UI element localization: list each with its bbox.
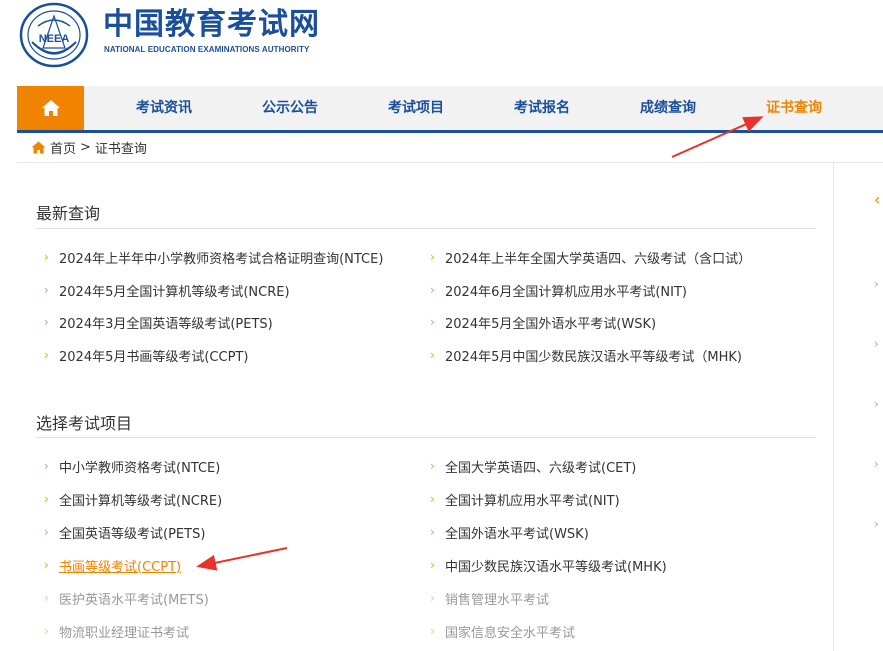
main-nav: 考试资讯 公示公告 考试项目 考试报名 成绩查询 证书查询 — [17, 86, 883, 133]
chevron-right-icon: › — [430, 459, 435, 473]
site-header: NEEA 中国教育考试网 NATIONAL EDUCATION EXAMINAT… — [0, 0, 883, 86]
chevron-right-icon: › — [44, 250, 49, 264]
chevron-right-icon: › — [430, 315, 435, 329]
chevron-right-icon: › — [44, 492, 49, 506]
latest-item[interactable]: › 2024年5月中国少数民族汉语水平等级考试（MHK) — [430, 345, 742, 365]
home-small-icon — [31, 141, 46, 153]
chevron-right-icon: › — [430, 624, 435, 638]
chevron-right-icon: › — [44, 283, 49, 297]
exam-item-mhk[interactable]: › 中国少数民族汉语水平等级考试(MHK) — [430, 555, 667, 575]
latest-query-title: 最新查询 — [36, 204, 101, 223]
exam-item-cet[interactable]: › 全国大学英语四、六级考试(CET) — [430, 456, 636, 476]
latest-item[interactable]: › 2024年上半年全国大学英语四、六级考试（含口试） — [430, 247, 751, 267]
exam-item-ncre[interactable]: › 全国计算机等级考试(NCRE) — [44, 489, 222, 509]
logo-text: NEEA — [39, 33, 70, 45]
nav-home-button[interactable] — [17, 86, 84, 130]
nav-item-announcements[interactable]: 公示公告 — [262, 86, 318, 130]
chevron-right-icon: › — [44, 459, 49, 473]
latest-item[interactable]: › 2024年上半年中小学教师资格考试合格证明查询(NTCE) — [44, 247, 383, 267]
breadcrumb: 首页 > 证书查询 — [31, 135, 147, 159]
site-subtitle: NATIONAL EDUCATION EXAMINATIONS AUTHORIT… — [104, 45, 310, 54]
latest-query-rule — [36, 228, 816, 229]
nav-item-score-query[interactable]: 成绩查询 — [640, 86, 696, 130]
select-exam-title: 选择考试项目 — [36, 414, 133, 433]
latest-item[interactable]: › 2024年5月书画等级考试(CCPT) — [44, 345, 248, 365]
home-icon — [41, 100, 60, 116]
latest-item[interactable]: › 2024年5月全国外语水平考试(WSK) — [430, 312, 656, 332]
chevron-right-icon: › — [44, 591, 49, 605]
chevron-right-icon: › — [44, 315, 49, 329]
latest-item[interactable]: › 2024年3月全国英语等级考试(PETS) — [44, 312, 273, 332]
chevron-right-icon: › — [430, 591, 435, 605]
chevron-right-icon: › — [44, 525, 49, 539]
content-divider — [17, 162, 883, 163]
exam-item-logistics[interactable]: › 物流职业经理证书考试 — [44, 621, 189, 641]
neea-logo[interactable]: NEEA — [18, 2, 90, 68]
chevron-right-icon: › — [430, 492, 435, 506]
chevron-right-icon: › — [44, 624, 49, 638]
sidebar-chevron-icon[interactable]: › — [874, 517, 879, 531]
exam-item-nit[interactable]: › 全国计算机应用水平考试(NIT) — [430, 489, 620, 509]
breadcrumb-home-link[interactable]: 首页 — [50, 138, 76, 157]
latest-item[interactable]: › 2024年5月全国计算机等级考试(NCRE) — [44, 280, 290, 300]
select-exam-rule — [36, 437, 816, 438]
sidebar-divider — [833, 163, 834, 651]
chevron-right-icon: › — [430, 558, 435, 572]
chevron-right-icon: › — [44, 348, 49, 362]
breadcrumb-current: 证书查询 — [94, 141, 147, 157]
exam-item-pets[interactable]: › 全国英语等级考试(PETS) — [44, 522, 205, 542]
latest-item[interactable]: › 2024年6月全国计算机应用水平考试(NIT) — [430, 280, 687, 300]
nav-item-exam-programs[interactable]: 考试项目 — [388, 86, 444, 130]
site-title: 中国教育考试网 — [103, 7, 320, 42]
sidebar-chevron-left-icon[interactable]: ‹ — [874, 190, 881, 209]
nav-item-registration[interactable]: 考试报名 — [514, 86, 570, 130]
arrow-to-ccpt — [196, 547, 288, 571]
exam-item-mets[interactable]: › 医护英语水平考试(METS) — [44, 588, 209, 608]
exam-item-info-security[interactable]: › 国家信息安全水平考试 — [430, 621, 575, 641]
sidebar-chevron-icon[interactable]: › — [874, 457, 879, 471]
chevron-right-icon: › — [430, 250, 435, 264]
sidebar-chevron-icon[interactable]: › — [874, 277, 879, 291]
nav-item-certificate-query[interactable]: 证书查询 — [766, 86, 822, 130]
exam-item-wsk[interactable]: › 全国外语水平考试(WSK) — [430, 522, 589, 542]
chevron-right-icon: › — [44, 558, 49, 572]
chevron-right-icon: › — [430, 283, 435, 297]
sidebar-chevron-icon[interactable]: › — [874, 337, 879, 351]
exam-item-sales-mgmt[interactable]: › 销售管理水平考试 — [430, 588, 549, 608]
exam-item-ntce[interactable]: › 中小学教师资格考试(NTCE) — [44, 456, 220, 476]
chevron-right-icon: › — [430, 348, 435, 362]
chevron-right-icon: › — [430, 525, 435, 539]
nav-item-exam-news[interactable]: 考试资讯 — [136, 86, 192, 130]
sidebar-chevron-icon[interactable]: › — [874, 397, 879, 411]
breadcrumb-separator: > — [80, 139, 91, 155]
exam-item-ccpt[interactable]: › 书画等级考试(CCPT) — [44, 555, 181, 575]
